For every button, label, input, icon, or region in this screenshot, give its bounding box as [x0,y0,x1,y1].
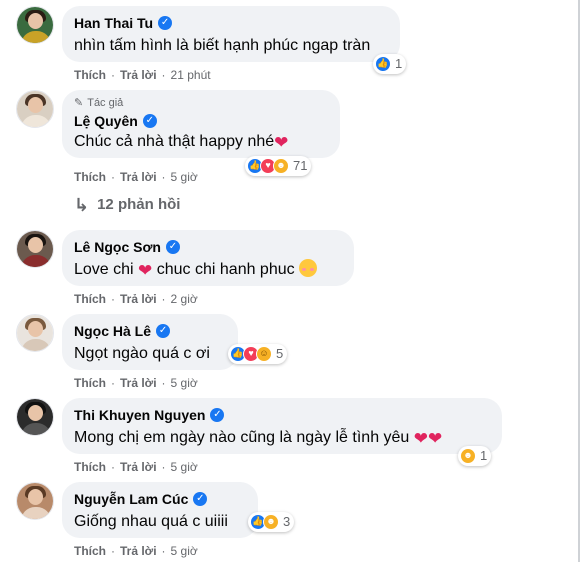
avatar[interactable] [16,482,54,520]
reply-button[interactable]: Trả lời [120,67,157,83]
comment-text: Love chi ❤ chuc chi hanh phuc [74,259,342,282]
like-button[interactable]: Thích [74,459,106,475]
comment-bubble: Han Thai Tu ✓ nhìn tấm hình là biết hạnh… [62,6,400,62]
comment-bubble: Lê Ngọc Sơn ✓ Love chi ❤ chuc chi hanh p… [62,230,354,286]
commenter-name[interactable]: Lệ Quyên [74,112,138,130]
timestamp[interactable]: 5 giờ [171,375,198,391]
care-icon: ☻ [263,514,279,530]
like-button[interactable]: Thích [74,169,106,185]
avatar[interactable] [16,90,54,128]
timestamp[interactable]: 5 giờ [171,459,198,475]
comment-bubble: Nguyễn Lam Cúc ✓ Giống nhau quá c uiiii [62,482,258,538]
timestamp[interactable]: 21 phút [171,67,211,83]
smiling-face-with-hearts-icon [299,259,318,277]
verified-badge-icon: ✓ [193,492,208,506]
reaction-count: 71 [293,158,308,173]
reply-button[interactable]: Trả lời [120,169,157,185]
comment-text: nhìn tấm hình là biết hạnh phúc ngap trà… [74,37,371,54]
avatar[interactable] [16,398,54,436]
avatar[interactable] [16,6,54,44]
commenter-name[interactable]: Nguyễn Lam Cúc [74,490,188,508]
reply-arrow-icon: ↳ [74,194,90,215]
timestamp[interactable]: 2 giờ [171,291,198,307]
commenter-name[interactable]: Han Thai Tu [74,14,153,32]
comment-bubble: Thi Khuyen Nguyen ✓ Mong chị em ngày nào… [62,398,502,454]
comment-text: Ngọt ngào quá c ơi [74,345,210,362]
reaction-summary[interactable]: 👍 ♥ ☻ 71 [245,156,312,176]
haha-icon: ☺ [256,346,272,362]
avatar[interactable] [16,230,54,268]
verified-badge-icon: ✓ [165,240,180,254]
comment-actions: Thích · Trả lời · 21 phút [74,67,211,83]
like-button[interactable]: Thích [74,291,106,307]
comment-text: Mong chị em ngày nào cũng là ngày lễ tìn… [74,429,443,448]
comment-actions: Thích · Trả lời · 5 giờ [74,169,198,185]
care-icon: ☻ [460,448,476,464]
heart-icon: ❤❤ [413,429,443,448]
heart-sparkle-icon: ❤ [274,133,289,152]
author-tag: ✎ Tác giả [74,96,328,110]
commenter-name[interactable]: Ngọc Hà Lê [74,322,151,340]
comment-bubble: Ngọc Hà Lê ✓ Ngọt ngào quá c ơi [62,314,238,370]
reply-button[interactable]: Trả lời [120,291,157,307]
reaction-count: 1 [395,56,403,71]
reply-button[interactable]: Trả lời [120,543,157,559]
verified-badge-icon: ✓ [210,408,225,422]
reaction-summary[interactable]: 👍 ♥ ☺ 5 [228,344,288,364]
comment-text: Giống nhau quá c uiiii [74,513,228,530]
reaction-summary[interactable]: 👍 ☻ 3 [248,512,295,532]
comment-text: Chúc cả nhà thật happy nhé❤ [74,133,289,152]
like-icon: 👍 [375,56,391,72]
commenter-name[interactable]: Lê Ngọc Sơn [74,238,161,256]
reaction-count: 1 [480,448,488,463]
view-replies-link[interactable]: ↳ 12 phản hồi [74,194,181,215]
replies-count-label: 12 phản hồi [97,196,181,213]
verified-badge-icon: ✓ [158,16,173,30]
timestamp[interactable]: 5 giờ [171,543,198,559]
heart-icon: ❤ [138,261,153,280]
verified-badge-icon: ✓ [142,114,157,128]
comment-actions: Thích · Trả lời · 2 giờ [74,291,198,307]
reaction-summary[interactable]: 👍 1 [373,54,407,74]
commenter-name[interactable]: Thi Khuyen Nguyen [74,406,205,424]
comment-actions: Thích · Trả lời · 5 giờ [74,543,198,559]
author-tag-label: Tác giả [87,97,124,109]
comment-actions: Thích · Trả lời · 5 giờ [74,459,198,475]
like-button[interactable]: Thích [74,543,106,559]
reaction-count: 5 [276,346,284,361]
care-icon: ☻ [273,158,289,174]
like-button[interactable]: Thích [74,67,106,83]
reply-button[interactable]: Trả lời [120,459,157,475]
pen-icon: ✎ [74,97,84,109]
reaction-count: 3 [283,514,291,529]
reply-button[interactable]: Trả lời [120,375,157,391]
reaction-summary[interactable]: ☻ 1 [458,446,492,466]
avatar[interactable] [16,314,54,352]
like-button[interactable]: Thích [74,375,106,391]
comment-bubble: ✎ Tác giả Lệ Quyên ✓ Chúc cả nhà thật ha… [62,90,340,158]
timestamp[interactable]: 5 giờ [171,169,198,185]
comment-actions: Thích · Trả lời · 5 giờ [74,375,198,391]
verified-badge-icon: ✓ [156,324,171,338]
